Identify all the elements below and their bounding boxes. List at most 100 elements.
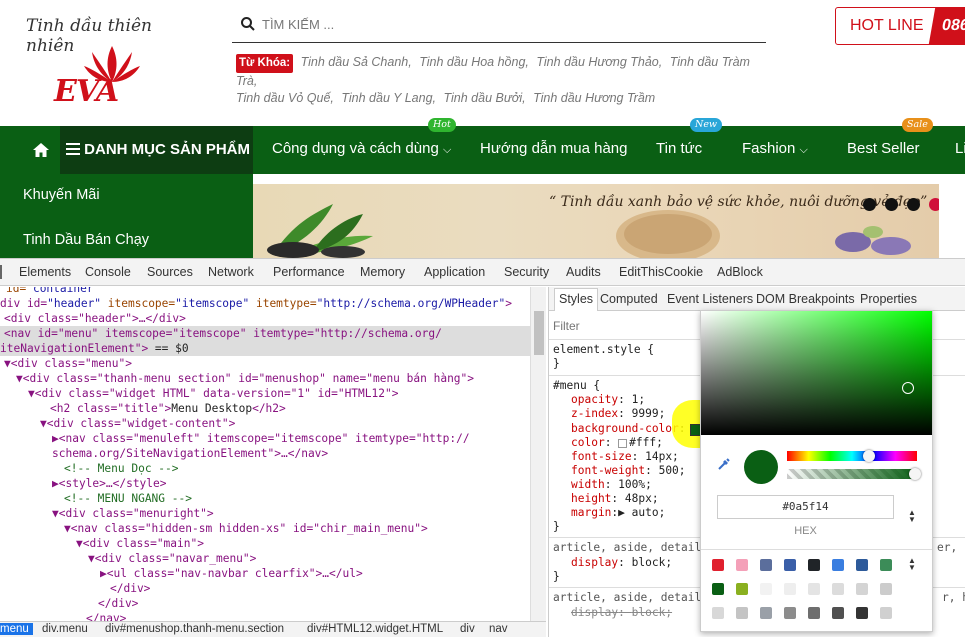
css-property[interactable]: z-index: 9999; xyxy=(571,407,665,421)
palette-swatch[interactable] xyxy=(856,559,868,571)
palette-swatch[interactable] xyxy=(832,559,844,571)
dom-node[interactable]: ▼<div class="menu"> xyxy=(4,356,132,371)
slider-dot[interactable] xyxy=(885,198,898,211)
css-property[interactable]: color: #fff; xyxy=(571,436,663,450)
tab-event-listeners[interactable]: Event Listeners xyxy=(667,292,753,306)
palette-toggle-icon[interactable]: ▲ ▼ xyxy=(908,557,916,572)
dom-tree[interactable]: id="container" div id="header" itemscope… xyxy=(0,287,546,621)
palette-swatch[interactable] xyxy=(712,583,724,595)
breadcrumb-item[interactable]: div.menu xyxy=(42,623,88,635)
breadcrumb-item[interactable]: menu xyxy=(0,623,33,635)
nav-item-news[interactable]: Tin tức New xyxy=(656,118,723,174)
search-bar[interactable] xyxy=(232,9,766,43)
alpha-slider-handle[interactable] xyxy=(909,468,921,480)
side-item-bestselling[interactable]: Tinh Dầu Bán Chạy xyxy=(23,232,149,248)
dom-node[interactable]: ▼<div class="menuright"> xyxy=(52,506,214,521)
dom-node[interactable]: </div> xyxy=(98,596,138,611)
palette-swatch[interactable] xyxy=(760,607,772,619)
css-property[interactable]: width: 100%; xyxy=(571,478,652,492)
palette-swatch[interactable] xyxy=(736,607,748,619)
dom-node[interactable]: ▼<nav class="hidden-sm hidden-xs" id="ch… xyxy=(64,521,428,536)
sv-handle[interactable] xyxy=(902,382,914,394)
palette-swatch[interactable] xyxy=(736,559,748,571)
nav-item-bestseller[interactable]: Best Seller xyxy=(847,126,920,174)
slider-dot-active[interactable] xyxy=(929,198,939,211)
palette-swatch[interactable] xyxy=(760,559,772,571)
side-item-promotion[interactable]: Khuyến Mãi xyxy=(23,187,100,203)
tab-memory[interactable]: Memory xyxy=(360,265,405,279)
keyword-link[interactable]: Tinh dầu Bưởi, xyxy=(444,91,526,105)
dom-node[interactable]: ▶<style>…</style> xyxy=(52,476,167,491)
dom-node[interactable]: ▶<ul class="nav-navbar clearfix">…</ul> xyxy=(100,566,363,581)
nav-item-guide[interactable]: Hướng dẫn mua hàng xyxy=(480,126,627,174)
palette-swatch[interactable] xyxy=(784,607,796,619)
hue-slider-handle[interactable] xyxy=(863,450,875,462)
rule-selector[interactable]: #menu { xyxy=(553,379,600,393)
palette-swatch[interactable] xyxy=(808,607,820,619)
search-icon[interactable] xyxy=(240,16,256,32)
palette-swatch[interactable] xyxy=(832,583,844,595)
dom-node[interactable]: </div> xyxy=(110,581,150,596)
tab-dom-breakpoints[interactable]: DOM Breakpoints xyxy=(756,292,855,306)
styles-filter-input[interactable] xyxy=(553,317,693,335)
hotline-number[interactable]: 086 xyxy=(928,7,965,45)
dom-node[interactable]: ▼<div class="navar_menu"> xyxy=(88,551,256,566)
tab-computed[interactable]: Computed xyxy=(600,292,658,306)
tab-properties[interactable]: Properties xyxy=(860,292,917,306)
slider-dot[interactable] xyxy=(907,198,920,211)
keyword-link[interactable]: Tinh dầu Hương Trầm xyxy=(533,91,655,105)
css-property[interactable]: height: 48px; xyxy=(571,492,659,506)
palette-swatch[interactable] xyxy=(856,607,868,619)
tab-application[interactable]: Application xyxy=(424,265,485,279)
css-property[interactable]: font-size: 14px; xyxy=(571,450,679,464)
palette-swatch[interactable] xyxy=(832,607,844,619)
palette-swatch[interactable] xyxy=(856,583,868,595)
tab-styles[interactable]: Styles xyxy=(554,288,599,311)
inspect-icon[interactable] xyxy=(0,265,6,279)
rule-selector[interactable]: article, aside, details xyxy=(553,591,708,605)
keyword-link[interactable]: Tinh dầu Sả Chanh, xyxy=(301,55,412,69)
dom-comment[interactable]: <!-- MENU NGANG --> xyxy=(64,491,192,506)
keyword-link[interactable]: Tinh dầu Hương Thảo, xyxy=(536,55,662,69)
site-logo[interactable]: Tinh dầu thiên nhiên EVA xyxy=(22,14,202,114)
hero-banner[interactable]: “ Tinh dầu xanh bảo vệ sức khỏe, nuôi dư… xyxy=(253,184,939,258)
home-button[interactable] xyxy=(22,126,60,174)
hex-input[interactable]: #0a5f14 xyxy=(717,495,894,519)
dom-node[interactable]: ▶<nav class="menuleft" itemscope="itemsc… xyxy=(52,431,470,446)
tab-sources[interactable]: Sources xyxy=(147,265,193,279)
tab-security[interactable]: Security xyxy=(504,265,549,279)
palette-swatch[interactable] xyxy=(808,559,820,571)
breadcrumb-item[interactable]: nav xyxy=(489,623,508,635)
dom-node[interactable]: id="container" xyxy=(6,287,100,296)
keyword-link[interactable]: Tinh dầu Vỏ Quế, xyxy=(236,91,334,105)
dom-node-selected[interactable]: <nav id="menu" itemscope="itemscope" ite… xyxy=(0,326,530,356)
palette-swatch[interactable] xyxy=(880,607,892,619)
dom-node[interactable]: ▼<div class="widget-content"> xyxy=(40,416,235,431)
tab-adblock[interactable]: AdBlock xyxy=(717,265,763,279)
palette-swatch[interactable] xyxy=(712,559,724,571)
format-toggle-icon[interactable]: ▲ ▼ xyxy=(908,509,916,524)
tab-audits[interactable]: Audits xyxy=(566,265,601,279)
breadcrumb-item[interactable]: div#HTML12.widget.HTML xyxy=(307,623,443,635)
dom-node[interactable]: ▼<div class="main"> xyxy=(76,536,204,551)
palette-swatch[interactable] xyxy=(880,559,892,571)
css-property[interactable]: display: block; xyxy=(571,556,672,570)
keyword-link[interactable]: Tinh dầu Hoa hồng, xyxy=(419,55,529,69)
dom-node[interactable]: <h2 class="title">Menu Desktop</h2> xyxy=(50,401,286,416)
eyedropper-icon[interactable] xyxy=(717,457,731,471)
tab-elements[interactable]: Elements xyxy=(19,265,71,279)
nav-item-more[interactable]: Li xyxy=(955,126,965,174)
dom-node[interactable]: schema.org/SiteNavigationElement">…</nav… xyxy=(52,446,328,461)
palette-swatch[interactable] xyxy=(808,583,820,595)
nav-item-usage[interactable]: Công dụng và cách dùng ⌵ Hot xyxy=(272,118,456,174)
palette-swatch[interactable] xyxy=(760,583,772,595)
hue-slider[interactable] xyxy=(787,451,917,461)
css-property[interactable]: opacity: 1; xyxy=(571,393,645,407)
palette-swatch[interactable] xyxy=(712,607,724,619)
palette-swatch[interactable] xyxy=(880,583,892,595)
palette-swatch[interactable] xyxy=(784,559,796,571)
dom-node[interactable]: <div class="header">…</div> xyxy=(4,311,186,326)
palette-swatch[interactable] xyxy=(736,583,748,595)
alpha-slider[interactable] xyxy=(787,469,917,479)
css-property[interactable]: background-color: xyxy=(571,422,686,436)
